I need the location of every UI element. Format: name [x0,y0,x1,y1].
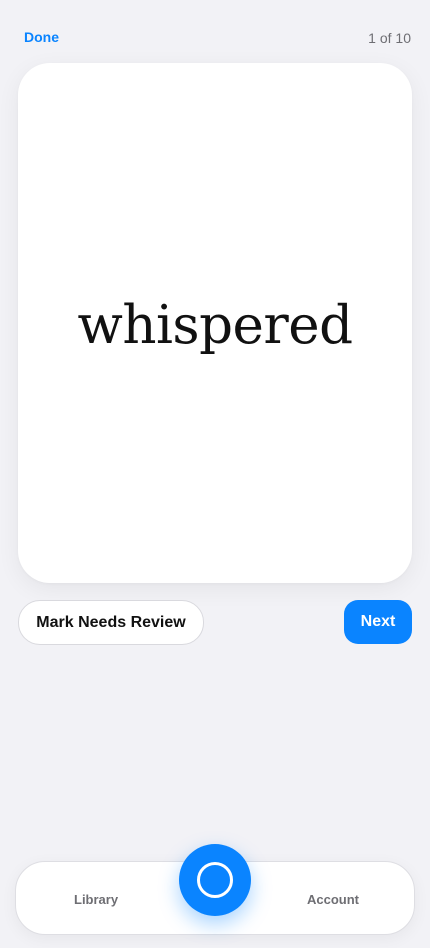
center-action-button[interactable] [179,844,251,916]
flashcard[interactable]: whispered [18,63,412,583]
circle-ring-icon [197,862,233,898]
tab-library[interactable]: Library [74,892,118,908]
mark-needs-review-button[interactable]: Mark Needs Review [18,600,204,645]
next-button[interactable]: Next [344,600,412,644]
progress-counter: 1 of 10 [368,30,411,46]
done-button[interactable]: Done [24,28,59,46]
flashcard-word: whispered [77,294,353,356]
tab-account[interactable]: Account [307,892,359,908]
